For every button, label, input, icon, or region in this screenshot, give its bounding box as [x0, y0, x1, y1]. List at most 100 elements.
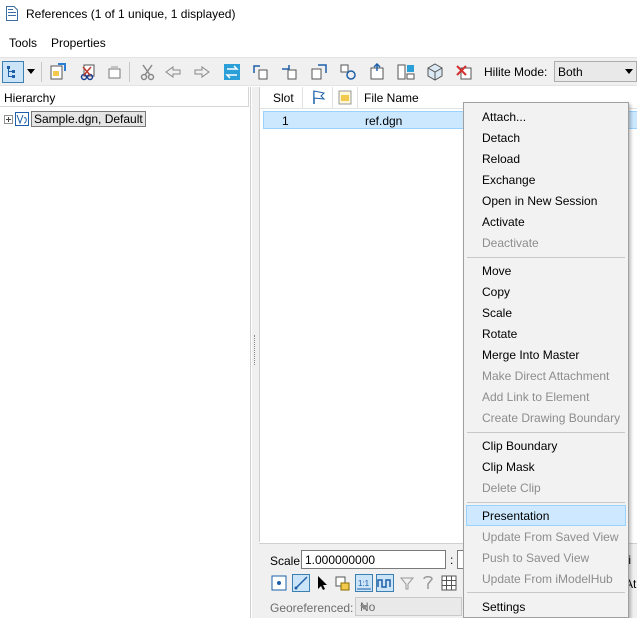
hilite-mode-value: Both	[558, 65, 583, 79]
menu-item-label: Activate	[482, 215, 525, 229]
menu-item-merge-into-master[interactable]: Merge Into Master	[466, 344, 626, 365]
scale-input[interactable]: 1.000000000	[301, 550, 446, 569]
rotate-button[interactable]	[249, 61, 271, 83]
menu-item-presentation[interactable]: Presentation	[466, 505, 626, 526]
menu-item-label: Create Drawing Boundary	[482, 411, 621, 425]
rotate-icon	[253, 65, 268, 80]
clip-mask-button[interactable]	[395, 61, 417, 83]
cut-button[interactable]	[137, 61, 159, 83]
tree-view-icon	[7, 66, 15, 78]
menu-item-scale[interactable]: Scale	[466, 302, 626, 323]
menu-item-copy[interactable]: Copy	[466, 281, 626, 302]
column-file-name[interactable]: File Name	[364, 91, 419, 105]
grid-toggle-button[interactable]	[440, 574, 458, 592]
menu-item-make-direct-attachment: Make Direct Attachment	[466, 365, 626, 386]
chevron-down-icon	[27, 69, 35, 74]
menu-separator	[467, 502, 625, 503]
true-scale-icon: 1:1	[357, 579, 371, 590]
row-slot: 1	[282, 114, 289, 128]
merge-button[interactable]	[337, 61, 359, 83]
menu-item-label: Deactivate	[482, 236, 539, 250]
menu-item-label: Merge Into Master	[482, 348, 580, 362]
locate-toggle-button[interactable]	[313, 574, 331, 592]
georeferenced-select[interactable]: No	[355, 597, 462, 616]
row-file-name: ref.dgn	[365, 114, 403, 128]
menu-properties[interactable]: Properties	[51, 36, 106, 50]
scale-value: 1.000000000	[305, 553, 376, 567]
cube-icon	[427, 63, 443, 81]
snap-toggle-button[interactable]	[292, 574, 310, 592]
display-toggle-button[interactable]	[270, 574, 288, 592]
scale-button[interactable]	[278, 61, 300, 83]
scissors-icon	[140, 64, 155, 81]
move-button[interactable]	[162, 61, 184, 83]
line-style-toggle-button[interactable]	[376, 574, 394, 592]
menu-item-label: Update From Saved View	[482, 530, 619, 544]
clip-mask-icon	[397, 64, 415, 80]
menu-item-reload[interactable]: Reload	[466, 148, 626, 169]
scale-label: Scale	[270, 554, 301, 568]
menu-item-attach[interactable]: Attach...	[466, 106, 626, 127]
menu-item-label: Make Direct Attachment	[482, 369, 610, 383]
reload-icon	[108, 66, 121, 79]
hilite-mode-select[interactable]: Both	[554, 61, 637, 82]
exchange-icon	[224, 64, 240, 80]
mirror-button[interactable]	[308, 61, 330, 83]
window-title: References (1 of 1 unique, 1 displayed)	[26, 7, 236, 21]
pane-splitter[interactable]	[252, 87, 259, 618]
line-style-icon	[377, 579, 391, 588]
hierarchy-header: Hierarchy	[0, 87, 249, 107]
view-3d-button[interactable]	[424, 61, 446, 83]
menu-item-clip-boundary[interactable]: Clip Boundary	[466, 435, 626, 456]
flag-icon[interactable]	[312, 90, 326, 105]
splitter-grip[interactable]	[254, 335, 256, 365]
menu-item-label: Exchange	[482, 173, 536, 187]
menu-item-label: Rotate	[482, 327, 518, 341]
menu-tools[interactable]: Tools	[9, 36, 37, 50]
menu-item-detach[interactable]: Detach	[466, 127, 626, 148]
true-scale-toggle-button[interactable]: 1:1	[355, 574, 373, 592]
filter-icon	[399, 577, 415, 590]
filter-toggle-button[interactable]	[398, 574, 416, 592]
copy-button[interactable]	[191, 61, 213, 83]
document-icon	[6, 6, 18, 21]
delete-button[interactable]	[453, 61, 475, 83]
reload-button[interactable]	[103, 61, 125, 83]
attach-button[interactable]	[47, 61, 69, 83]
title-bar: References (1 of 1 unique, 1 displayed)	[0, 0, 637, 30]
exchange-button[interactable]	[221, 61, 243, 83]
detach-scissors-icon	[80, 64, 95, 81]
menu-item-settings[interactable]: Settings	[466, 596, 626, 617]
scale-colon: :	[450, 553, 454, 567]
tree-item-label[interactable]: Sample.dgn, Default	[31, 111, 146, 127]
column-slot[interactable]: Slot	[273, 91, 294, 105]
hook-icon	[423, 576, 433, 589]
menu-item-label: Push to Saved View	[482, 551, 590, 565]
georeferenced-label: Georeferenced:	[270, 601, 354, 615]
menu-item-label: Update From iModelHub	[482, 572, 613, 586]
mirror-icon	[311, 64, 327, 80]
menu-item-push-to-saved-view: Push to Saved View	[466, 547, 626, 568]
attach-reference-icon	[50, 63, 66, 80]
display-toggle-icon[interactable]	[338, 90, 352, 105]
menu-item-open-new-session[interactable]: Open in New Session	[466, 190, 626, 211]
view-dropdown-button[interactable]	[25, 61, 37, 83]
delete-icon	[456, 65, 472, 80]
menu-item-rotate[interactable]: Rotate	[466, 323, 626, 344]
hook-toggle-button[interactable]	[419, 574, 437, 592]
hierarchy-view-button[interactable]	[2, 61, 24, 83]
menu-item-label: Clip Boundary	[482, 439, 558, 453]
menu-item-move[interactable]: Move	[466, 260, 626, 281]
menu-item-activate[interactable]: Activate	[466, 211, 626, 232]
hierarchy-header-label: Hierarchy	[4, 91, 56, 105]
tree-item-root[interactable]: Sample.dgn, Default	[4, 111, 146, 127]
lock-toggle-button[interactable]	[333, 574, 351, 592]
expand-icon[interactable]	[4, 114, 13, 124]
menu-item-exchange[interactable]: Exchange	[466, 169, 626, 190]
menu-item-clip-mask[interactable]: Clip Mask	[466, 456, 626, 477]
clip-boundary-button[interactable]	[366, 61, 388, 83]
detach-button[interactable]	[77, 61, 99, 83]
clip-boundary-icon	[370, 63, 384, 80]
scale-icon	[282, 65, 297, 80]
hierarchy-pane: Hierarchy Sample.dgn, Default	[0, 87, 251, 618]
